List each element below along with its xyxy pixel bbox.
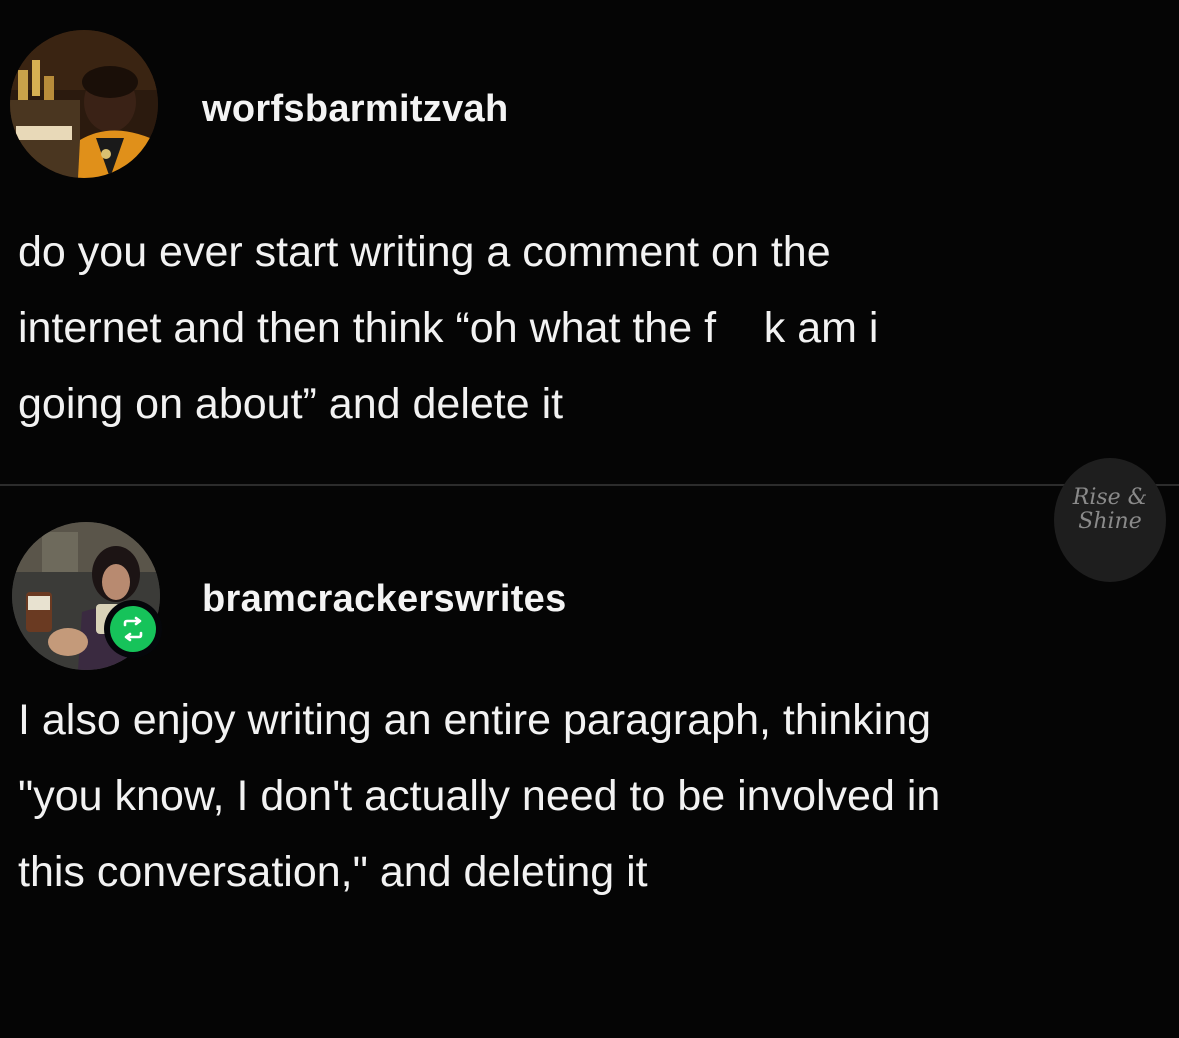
post-1: worfsbarmitzvah do you ever start writin… bbox=[0, 0, 1179, 484]
reblog-icon bbox=[110, 606, 156, 652]
post-2: bramcrackerswrites I also enjoy writing … bbox=[0, 486, 1179, 1038]
reblog-badge bbox=[104, 600, 162, 658]
post-body-line: do you ever start writing a comment on t… bbox=[18, 228, 831, 276]
post-body-line: going on about” and delete it bbox=[18, 380, 564, 428]
post-body-line: I also enjoy writing an entire paragraph… bbox=[18, 696, 932, 744]
watermark-line: Shine bbox=[1078, 509, 1142, 534]
username[interactable]: worfsbarmitzvah bbox=[202, 88, 508, 131]
avatar-image bbox=[10, 30, 158, 178]
post-body-line: internet and then think “oh what the f k… bbox=[18, 304, 879, 352]
watermark-line: Rise & bbox=[1072, 485, 1148, 510]
post-body: I also enjoy writing an entire paragraph… bbox=[18, 682, 1168, 910]
username[interactable]: bramcrackerswrites bbox=[202, 578, 567, 621]
avatar[interactable] bbox=[10, 30, 158, 178]
post-body: do you ever start writing a comment on t… bbox=[18, 214, 1168, 442]
watermark-logo: Rise & Shine bbox=[1054, 458, 1166, 582]
post-body-line: this conversation," and deleting it bbox=[18, 848, 648, 896]
post-body-line: "you know, I don't actually need to be i… bbox=[18, 772, 941, 820]
